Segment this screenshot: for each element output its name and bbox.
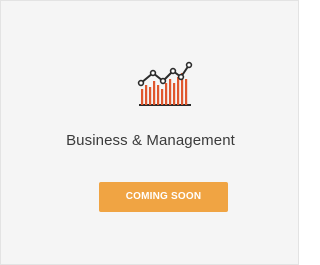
bar-line-chart-icon [137, 61, 193, 107]
coming-soon-button[interactable]: COMING SOON [99, 182, 228, 212]
card-title: Business & Management [66, 132, 235, 149]
course-card: Business & Management COMING SOON [0, 0, 299, 265]
